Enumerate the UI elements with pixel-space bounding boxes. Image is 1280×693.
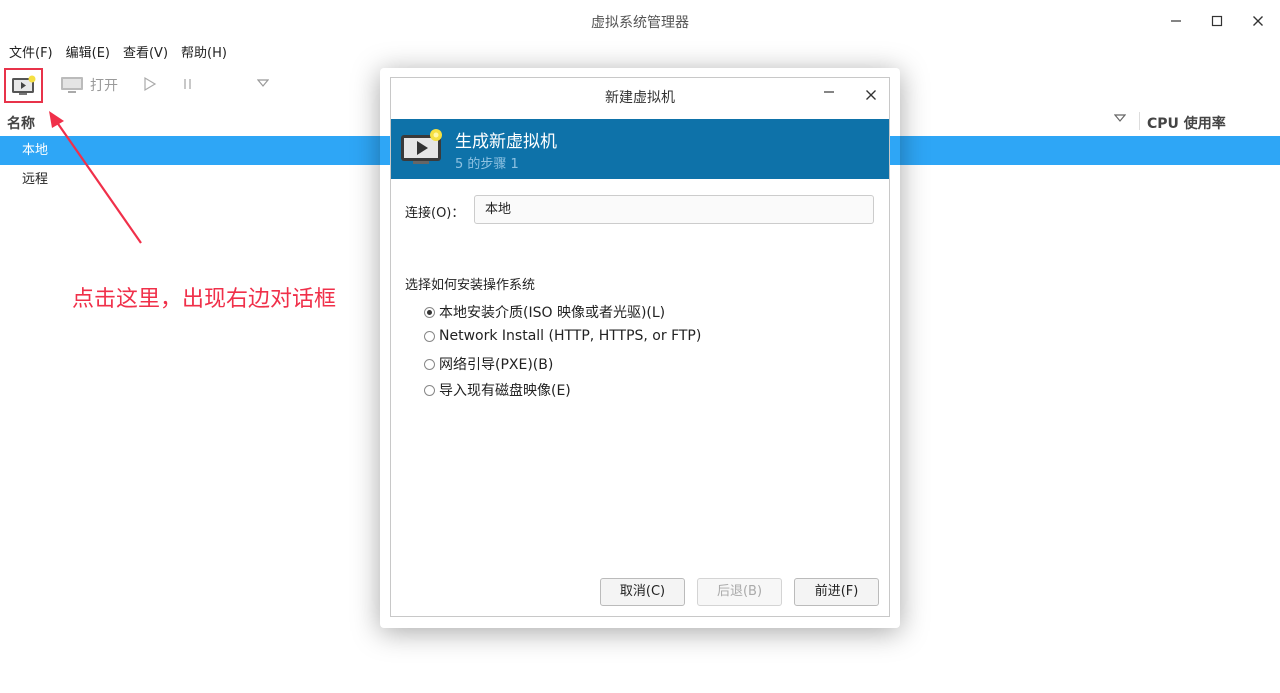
title-bar: 虚拟系统管理器 — [0, 0, 1280, 42]
close-icon[interactable] — [861, 87, 881, 107]
column-cpu[interactable]: CPU 使用率 — [1147, 113, 1226, 133]
monitor-icon — [61, 77, 83, 93]
annotation-text: 点击这里，出现右边对话框 — [72, 287, 337, 312]
dialog-banner: 生成新虚拟机 5 的步骤 1 — [391, 119, 889, 179]
option-network-install[interactable]: Network Install (HTTP, HTTPS, or FTP) — [424, 328, 701, 344]
menu-view[interactable]: 查看(V) — [118, 42, 173, 66]
new-vm-icon — [399, 127, 445, 171]
annotation-arrow — [49, 111, 142, 244]
minimize-icon[interactable] — [1163, 8, 1189, 34]
banner-title: 生成新虚拟机 — [455, 132, 557, 152]
option-import-disk[interactable]: 导入现有磁盘映像(E) — [424, 380, 571, 400]
close-icon[interactable] — [1245, 8, 1271, 34]
radio[interactable] — [424, 330, 435, 342]
option-local-media[interactable]: 本地安装介质(ISO 映像或者光驱)(L) — [424, 302, 665, 322]
open-label: 打开 — [90, 78, 118, 94]
menu-file[interactable]: 文件(F) — [4, 42, 58, 66]
maximize-icon[interactable] — [1204, 8, 1230, 34]
column-name[interactable]: 名称 — [7, 113, 35, 133]
option-label: 网络引导(PXE)(B) — [439, 357, 554, 373]
cancel-button[interactable]: 取消(C) — [600, 578, 685, 606]
chevron-down-icon[interactable] — [257, 78, 269, 88]
radio[interactable] — [424, 384, 435, 396]
pause-icon[interactable] — [182, 77, 194, 91]
radio-selected[interactable] — [424, 306, 435, 318]
option-label: Network Install (HTTP, HTTPS, or FTP) — [439, 328, 702, 344]
install-method-label: 选择如何安装操作系统 — [405, 278, 536, 293]
run-icon[interactable] — [143, 76, 157, 92]
menu-edit[interactable]: 编辑(E) — [61, 42, 115, 66]
new-vm-button[interactable] — [4, 68, 43, 103]
dialog-title: 新建虚拟机 — [605, 90, 675, 106]
menu-bar: 文件(F) 编辑(E) 查看(V) 帮助(H) — [0, 42, 235, 66]
connection-label: 连接(O)： — [405, 206, 465, 221]
radio[interactable] — [424, 358, 435, 370]
back-button[interactable]: 后退(B) — [697, 578, 782, 606]
sort-chevron-icon[interactable] — [1113, 113, 1127, 126]
column-separator — [1139, 112, 1140, 130]
option-label: 本地安装介质(ISO 映像或者光驱)(L) — [439, 305, 666, 321]
forward-button[interactable]: 前进(F) — [794, 578, 879, 606]
new-vm-dialog: 新建虚拟机 生成新虚拟机 5 的步骤 1 连接(O)： 本地 选择如何安装操作系… — [390, 77, 890, 617]
option-label: 导入现有磁盘映像(E) — [439, 383, 571, 399]
menu-help[interactable]: 帮助(H) — [176, 42, 232, 66]
banner-subtitle: 5 的步骤 1 — [455, 157, 519, 172]
minimize-icon[interactable] — [819, 86, 839, 106]
option-pxe[interactable]: 网络引导(PXE)(B) — [424, 354, 553, 374]
new-vm-icon — [11, 75, 35, 95]
connection-select[interactable]: 本地 — [474, 195, 874, 224]
open-button[interactable]: 打开 — [60, 75, 118, 95]
window-title: 虚拟系统管理器 — [591, 15, 689, 31]
